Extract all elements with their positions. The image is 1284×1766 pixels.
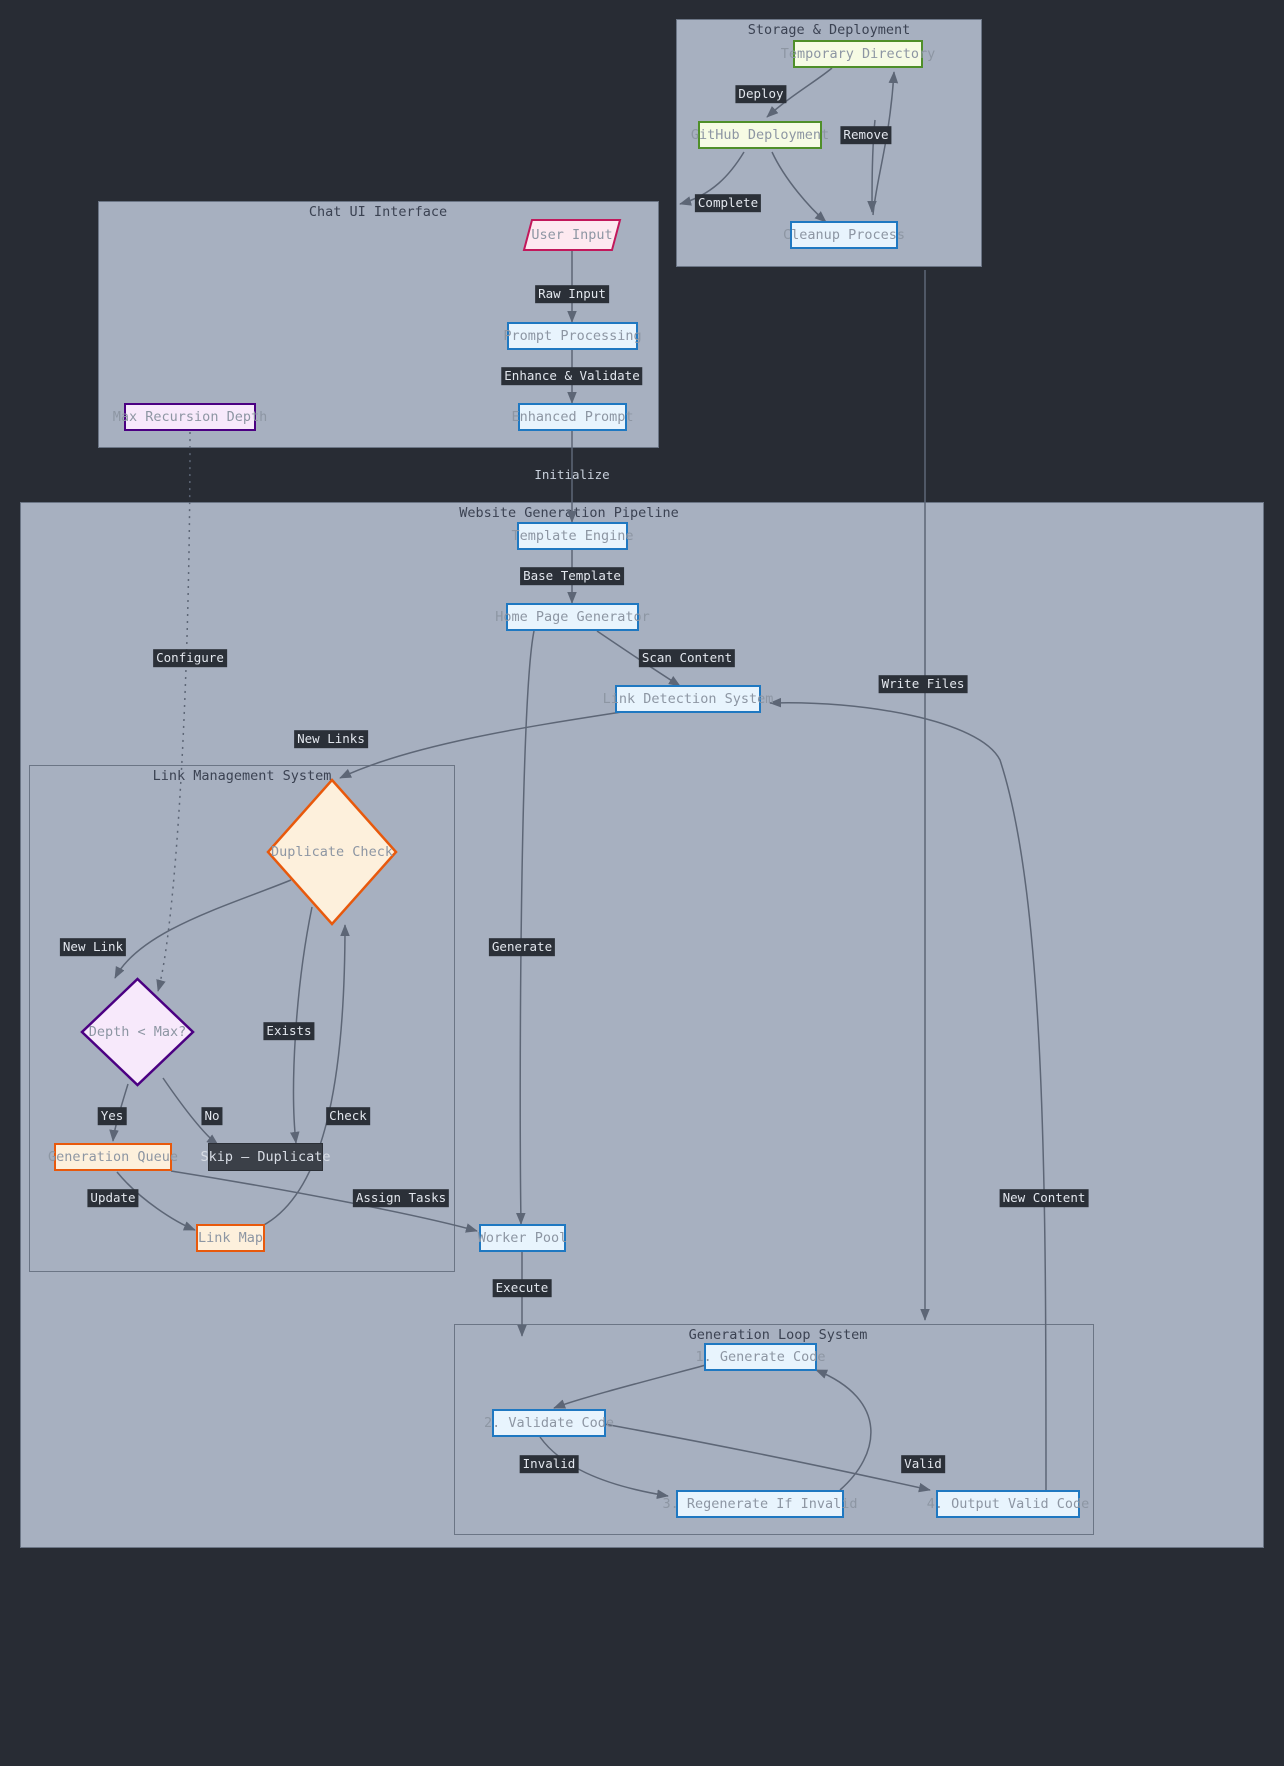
- node-max-recursion-depth[interactable]: Max Recursion Depth: [113, 403, 267, 431]
- node-label: 2. Validate Code: [483, 1415, 615, 1431]
- node-label: Enhanced Prompt: [511, 409, 634, 425]
- node-label: Skip — Duplicate: [200, 1149, 331, 1165]
- node-label: Link Detection System: [602, 691, 774, 707]
- node-worker-pool[interactable]: Worker Pool: [477, 1224, 568, 1252]
- node-home-page-generator[interactable]: Home Page Generator: [495, 603, 650, 631]
- edge-label-enhance: Enhance & Validate: [501, 367, 643, 385]
- node-label: 3. Regenerate If Invalid: [662, 1496, 858, 1512]
- edge-label-configure: Configure: [153, 649, 227, 667]
- node-label: User Input: [531, 227, 613, 243]
- edge-label-check: Check: [326, 1107, 370, 1125]
- edge-label-valid: Valid: [901, 1455, 945, 1473]
- edge-label-new-link: New Link: [59, 938, 127, 956]
- edge-label-scan-content: Scan Content: [638, 649, 736, 667]
- node-output-valid-code[interactable]: 4. Output Valid Code: [927, 1490, 1089, 1518]
- edge-label-yes: Yes: [97, 1107, 127, 1125]
- node-validate-code[interactable]: 2. Validate Code: [484, 1409, 614, 1437]
- node-skip-duplicate[interactable]: Skip — Duplicate: [200, 1143, 331, 1171]
- node-label: Prompt Processing: [503, 328, 642, 344]
- node-label: 4. Output Valid Code: [926, 1496, 1090, 1512]
- edge-label-deploy: Deploy: [735, 85, 787, 103]
- edge-label-write-files: Write Files: [878, 675, 968, 693]
- edge-label-generate: Generate: [488, 938, 556, 956]
- node-generation-queue[interactable]: Generation Queue: [48, 1143, 178, 1171]
- node-label: Duplicate Check: [271, 844, 393, 860]
- edge-label-complete: Complete: [694, 194, 762, 212]
- node-label: Depth < Max?: [88, 1024, 187, 1040]
- node-depth-check[interactable]: Depth < Max?: [80, 977, 195, 1087]
- edge-label-new-links: New Links: [294, 730, 368, 748]
- edge-label-exists: Exists: [263, 1022, 315, 1040]
- edge-label-update: Update: [87, 1189, 139, 1207]
- node-label: 1. Generate Code: [695, 1349, 826, 1365]
- edge-label-assign-tasks: Assign Tasks: [352, 1189, 450, 1207]
- node-label: Worker Pool: [477, 1230, 568, 1246]
- edge-label-execute: Execute: [492, 1279, 552, 1297]
- node-label: Max Recursion Depth: [112, 409, 268, 425]
- node-duplicate-check[interactable]: Duplicate Check: [266, 778, 398, 926]
- edge-label-raw-input: Raw Input: [535, 285, 609, 303]
- node-label: Link Map: [197, 1230, 264, 1246]
- parallelogram-layer: [522, 219, 622, 251]
- edge-label-new-content: New Content: [999, 1189, 1089, 1207]
- node-link-detection-system[interactable]: Link Detection System: [603, 685, 773, 713]
- edge-label-remove: Remove: [840, 126, 892, 144]
- node-enhanced-prompt[interactable]: Enhanced Prompt: [512, 403, 633, 431]
- node-generate-code[interactable]: 1. Generate Code: [695, 1343, 826, 1371]
- node-label: Home Page Generator: [495, 609, 650, 625]
- node-template-engine[interactable]: Template Engine: [512, 522, 633, 550]
- node-label: Template Engine: [511, 528, 634, 544]
- edge-label-base-template: Base Template: [520, 567, 624, 585]
- node-user-input[interactable]: User Input: [524, 220, 620, 250]
- flowchart-canvas: Storage & Deployment Chat UI Interface W…: [0, 0, 1284, 1766]
- node-prompt-processing[interactable]: Prompt Processing: [503, 322, 642, 350]
- edge-label-no: No: [201, 1107, 223, 1125]
- node-regenerate-code[interactable]: 3. Regenerate If Invalid: [662, 1490, 858, 1518]
- edge-label-initialize: Initialize: [534, 467, 610, 483]
- node-link-map[interactable]: Link Map: [196, 1224, 265, 1252]
- edge-label-invalid: Invalid: [519, 1455, 579, 1473]
- node-label: Generation Queue: [47, 1149, 179, 1165]
